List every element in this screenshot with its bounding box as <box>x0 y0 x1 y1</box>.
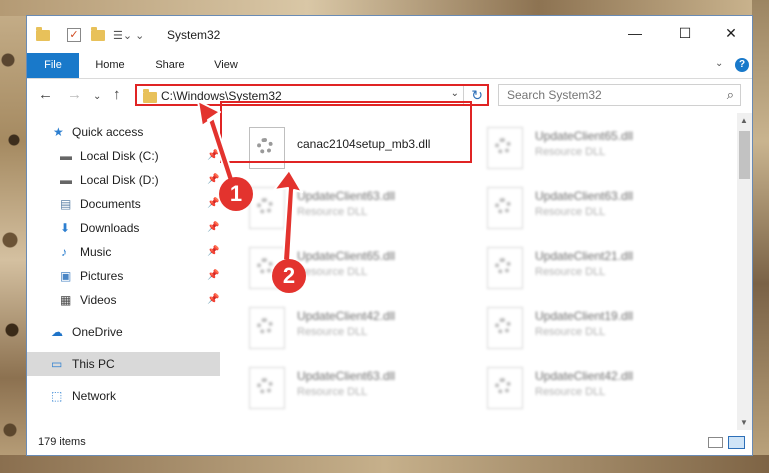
step-marker-2: 2 <box>272 259 306 293</box>
arrow-1 <box>197 100 237 188</box>
step-marker-1: 1 <box>219 177 253 211</box>
annotation-arrows <box>197 100 303 262</box>
arrow-2 <box>273 169 303 262</box>
